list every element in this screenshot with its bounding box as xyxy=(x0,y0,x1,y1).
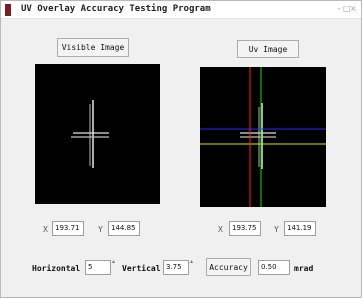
title-bar[interactable]: UV Overlay Accuracy Testing Program - □× xyxy=(1,1,361,19)
visible-y-field[interactable]: 144.85 xyxy=(108,221,140,236)
accuracy-field[interactable]: 0.50 xyxy=(258,260,290,275)
horizontal-spin-icon[interactable]: ▴ xyxy=(112,258,115,265)
app-icon xyxy=(5,4,11,16)
vertical-field[interactable]: 3.75 xyxy=(163,260,189,275)
vertical-spin-icon[interactable]: ▴ xyxy=(190,258,193,265)
uv-x-field[interactable]: 193.75 xyxy=(229,221,261,236)
window-title: UV Overlay Accuracy Testing Program xyxy=(21,4,211,14)
uv-crosshair-target xyxy=(200,67,326,207)
uv-image-view xyxy=(200,67,326,207)
visible-crosshair-target xyxy=(71,100,109,168)
visible-x-label: X xyxy=(43,225,48,234)
maximize-icon[interactable]: □ xyxy=(343,4,351,13)
uv-x-label: X xyxy=(218,225,223,234)
visible-y-label: Y xyxy=(98,225,103,234)
uv-y-label: Y xyxy=(274,225,279,234)
window-controls: - □× xyxy=(336,4,357,13)
horizontal-field[interactable]: 5 xyxy=(85,260,111,275)
visible-image-button[interactable]: Visible Image xyxy=(57,38,129,57)
uv-y-field[interactable]: 141.19 xyxy=(284,221,316,236)
app-window: UV Overlay Accuracy Testing Program - □× … xyxy=(0,0,362,298)
uv-image-button[interactable]: Uv Image xyxy=(237,40,299,58)
visible-image-view xyxy=(35,64,160,204)
minimize-icon[interactable]: - xyxy=(336,4,343,13)
horizontal-label: Horizontal xyxy=(32,264,81,273)
vertical-label: Vertical xyxy=(122,264,161,273)
unit-label: mrad xyxy=(294,264,314,273)
close-icon[interactable]: × xyxy=(350,4,357,13)
visible-x-field[interactable]: 193.71 xyxy=(52,221,84,236)
accuracy-button[interactable]: Accuracy xyxy=(206,258,251,276)
